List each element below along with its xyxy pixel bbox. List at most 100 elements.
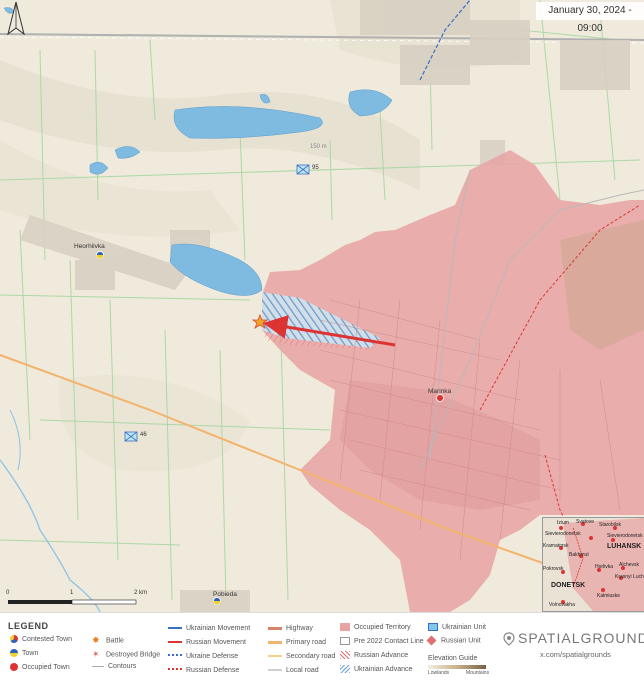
scale-label-1: 1 [70, 590, 74, 596]
unit-label-46: 46 [140, 432, 147, 438]
primary-road-icon [268, 640, 282, 644]
legend-ukrainian-movement-label: Ukrainian Movement [186, 625, 251, 632]
town-marker-marinka [436, 394, 444, 402]
inset-label-izium: Izium [557, 520, 569, 526]
legend-contours-label: Contours [108, 663, 137, 670]
destroyed-bridge-icon: ✶ [92, 649, 100, 659]
legend-highway: Highway [268, 625, 313, 632]
town-label-heorhiivka: Heorhiivka [74, 243, 105, 250]
legend-primary-road-label: Primary road [286, 639, 327, 646]
legend-russian-advance-label: Russian Advance [354, 651, 409, 659]
elevation-mountains: Mountains [466, 670, 490, 676]
russian-defense-icon [168, 668, 182, 672]
contours-icon [92, 665, 104, 667]
inset-label-sievierodonetsk: Sievierodonetsk [545, 531, 581, 537]
unit-label-95: 95 [312, 165, 319, 171]
legend-destroyed-bridge-label: Destroyed Bridge [106, 651, 161, 659]
local-road-icon [268, 669, 282, 672]
battle-icon: ✸ [92, 635, 100, 645]
highway-icon [268, 626, 282, 630]
legend-ukraine-defense: Ukraine Defense [168, 653, 238, 660]
inset-label-alchevsk: Alchevsk [619, 562, 640, 568]
legend-occupied-territory: Occupied Territory [340, 623, 411, 631]
legend-russian-unit: Russian Unit [426, 635, 481, 646]
legend-primary-road: Primary road [268, 639, 326, 646]
russian-movement-icon [168, 641, 182, 644]
russian-unit-icon [426, 635, 437, 646]
legend-secondary-road: Secondary road [268, 653, 335, 660]
legend-local-road-label: Local road [286, 667, 319, 674]
legend-elevation-guide: Elevation Guide [428, 655, 478, 662]
inset-region-donetsk: DONETSK [551, 582, 586, 589]
legend-local-road: Local road [268, 667, 319, 674]
legend-secondary-road-label: Secondary road [286, 653, 336, 660]
legend-contested-town: Contested Town [10, 635, 72, 643]
town-label-pobieda: Pobieda [213, 591, 237, 598]
contact-line-icon [340, 637, 350, 645]
town-icon [10, 649, 18, 657]
legend-destroyed-bridge: ✶ Destroyed Bridge [92, 649, 160, 660]
inset-label-svatove: Svatove [576, 519, 595, 525]
ukrainian-movement-icon [168, 627, 182, 630]
occupied-territory-icon [340, 623, 350, 631]
russian-advance-icon [340, 651, 350, 659]
legend-contours: Contours [92, 663, 136, 670]
brand-url[interactable]: x.com/spatialgrounds [540, 650, 611, 659]
occupied-town-icon [10, 663, 18, 671]
scale-bar [8, 599, 137, 605]
legend-contact-line-label: Pre 2022 Contact Line [354, 637, 424, 645]
legend-russian-movement: Russian Movement [168, 639, 246, 646]
inset-label-krasnyi-luch: Krasnyi Luch [615, 574, 644, 580]
map-date: January 30, 2024 - 09:00 [536, 2, 644, 34]
brand-logo-icon [503, 632, 515, 651]
inset-region-luhansk: LUHANSK [607, 543, 642, 550]
legend-ukraine-defense-label: Ukraine Defense [186, 653, 239, 660]
brand-name: SPATIALGROUNDS [518, 630, 644, 646]
legend-russian-movement-label: Russian Movement [186, 639, 246, 646]
legend-ukrainian-unit: Ukrainian Unit [428, 623, 486, 631]
legend-panel: LEGEND Contested Town Town Occupied Town… [0, 612, 644, 681]
legend-town: Town [10, 649, 38, 657]
legend-town-label: Town [22, 649, 39, 657]
legend-ukrainian-advance-label: Ukrainian Advance [354, 665, 413, 673]
legend-occupied-territory-label: Occupied Territory [354, 623, 411, 631]
legend-highway-label: Highway [286, 625, 313, 632]
legend-ukrainian-unit-label: Ukrainian Unit [442, 623, 486, 631]
elevation-lowlands: Lowlands [428, 670, 450, 676]
legend-russian-defense: Russian Defense [168, 667, 239, 674]
inset-label-kramatorsk: Kramatorsk [543, 543, 569, 549]
ukraine-defense-icon [168, 654, 182, 658]
inset-label-starobilsk: Starobilsk [599, 522, 621, 528]
ukrainian-unit-95-marker [296, 164, 310, 175]
legend-battle: ✸ Battle [92, 635, 124, 646]
legend-russian-advance: Russian Advance [340, 651, 408, 659]
inset-label-bakhmut: Bakhmut [569, 552, 589, 558]
inset-label-horlivka: Horlivka [595, 564, 614, 570]
scale-label-0: 0 [6, 590, 10, 596]
legend-occupied-town: Occupied Town [10, 663, 70, 671]
legend-contact-line: Pre 2022 Contact Line [340, 637, 424, 645]
legend-ukrainian-advance: Ukrainian Advance [340, 665, 412, 673]
contour-label: 150 m [310, 144, 327, 150]
contested-town-icon [10, 635, 18, 643]
town-label-marinka: Marinka [428, 388, 452, 395]
secondary-road-icon [268, 655, 282, 658]
legend-battle-label: Battle [106, 637, 124, 645]
legend-occupied-town-label: Occupied Town [22, 663, 70, 671]
ukrainian-advance-icon [340, 665, 350, 673]
legend-russian-defense-label: Russian Defense [186, 667, 240, 674]
legend-title: LEGEND [8, 621, 49, 631]
map-canvas[interactable]: January 30, 2024 - 09:00 Heorhiivka Mari… [0, 0, 644, 613]
scale-label-2km: 2 km [134, 590, 148, 596]
inset-label-pokrovsk: Pokrovsk [543, 566, 564, 572]
legend-russian-unit-label: Russian Unit [441, 637, 481, 645]
inset-label-volnovakha: Volnovakha [549, 602, 575, 608]
inset-label-sievierodonetsk-2: Sievierodonetsk [607, 533, 643, 539]
inset-label-kalmiuske: Kalmiuske [597, 593, 621, 599]
legend-ukrainian-movement: Ukrainian Movement [168, 625, 250, 632]
elevation-gradient [428, 665, 486, 669]
legend-contested-town-label: Contested Town [22, 635, 73, 643]
inset-overview-map: Izium Svatove Starobilsk Sievierodonetsk… [542, 517, 644, 612]
ukrainian-unit-46-marker [124, 431, 138, 442]
ukrainian-unit-icon [428, 623, 438, 631]
